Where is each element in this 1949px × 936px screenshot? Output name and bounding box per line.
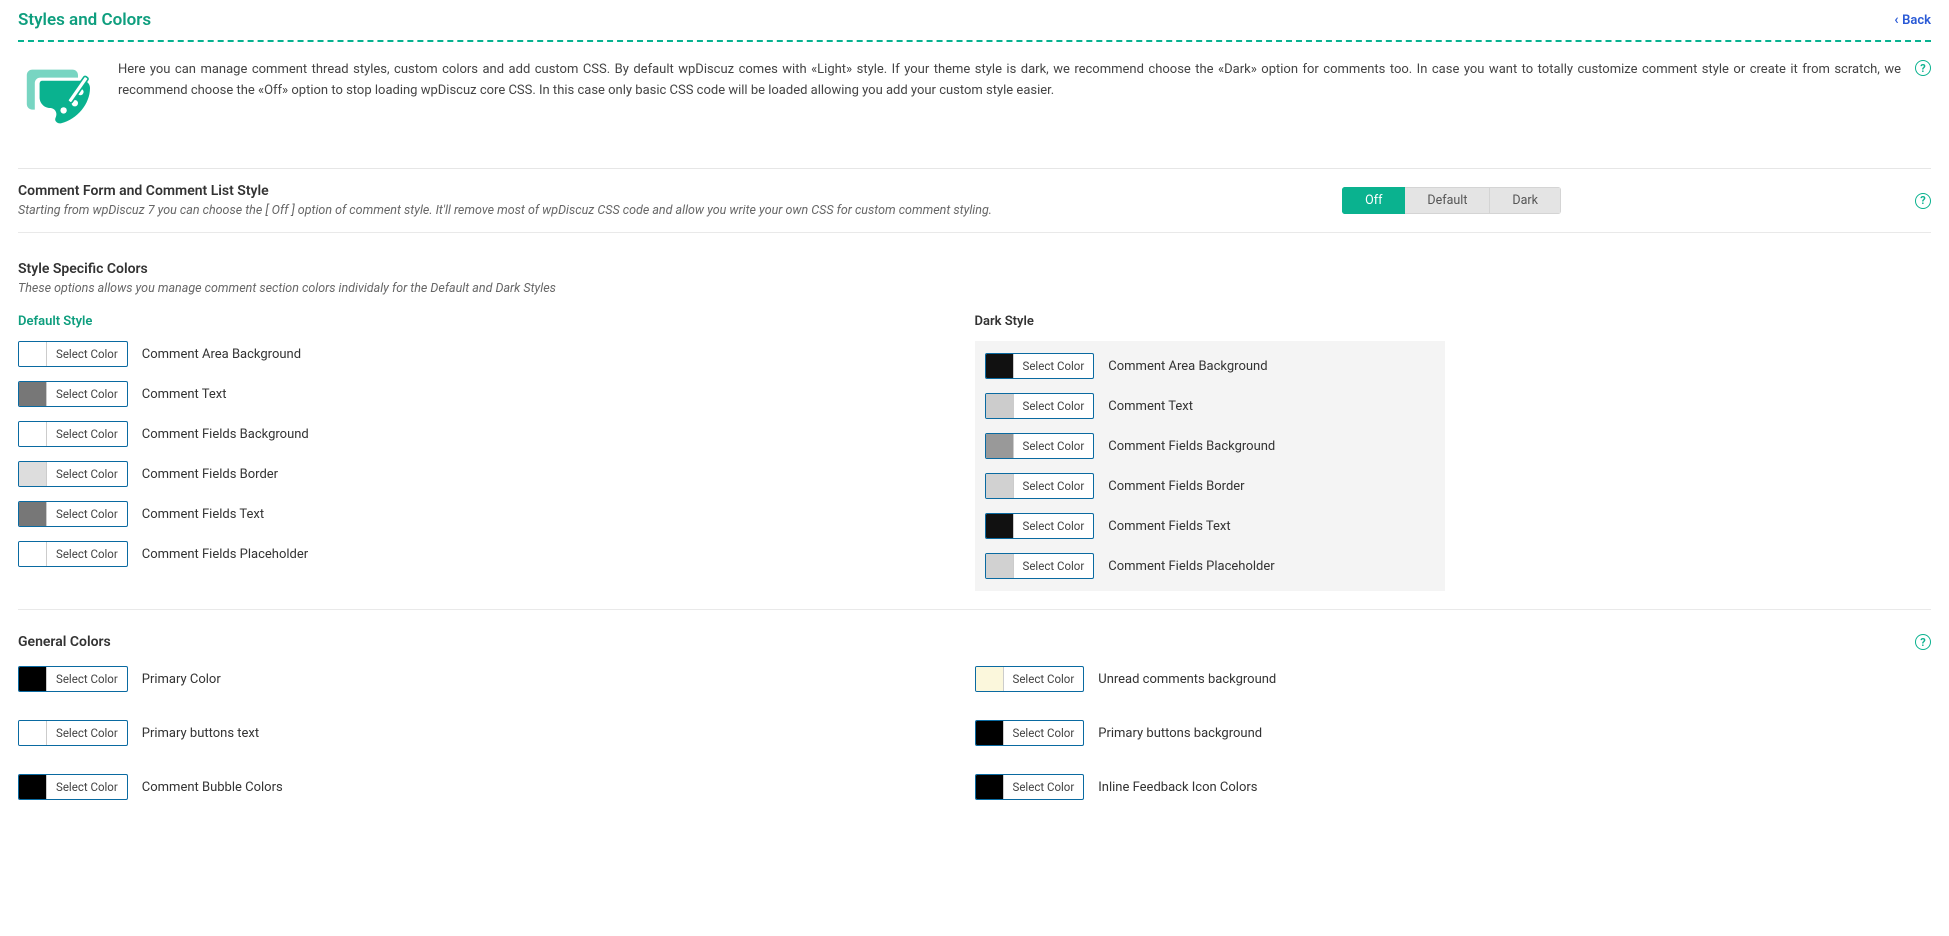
default-fields-text-color-picker[interactable]: Select Color xyxy=(18,501,128,527)
help-icon[interactable]: ? xyxy=(1915,634,1931,650)
select-color-label: Select Color xyxy=(47,667,127,691)
color-option-label: Primary buttons text xyxy=(142,726,259,741)
style-toggle-dark[interactable]: Dark xyxy=(1490,187,1561,214)
color-swatch xyxy=(19,721,47,745)
color-swatch xyxy=(19,382,47,406)
color-swatch xyxy=(976,667,1004,691)
general-primary-btn-text-color-picker[interactable]: Select Color xyxy=(18,720,128,746)
color-option-label: Comment Fields Placeholder xyxy=(1108,559,1274,574)
select-color-label: Select Color xyxy=(47,542,127,566)
select-color-label: Select Color xyxy=(47,775,127,799)
style-setting-title: Comment Form and Comment List Style xyxy=(18,183,1342,199)
dark-fields-text-color-picker[interactable]: Select Color xyxy=(985,513,1095,539)
color-option-label: Comment Bubble Colors xyxy=(142,780,283,795)
help-icon[interactable]: ? xyxy=(1915,193,1931,209)
color-swatch xyxy=(19,462,47,486)
select-color-label: Select Color xyxy=(47,422,127,446)
color-swatch xyxy=(19,775,47,799)
general-feedback-icon-color-picker[interactable]: Select Color xyxy=(975,774,1085,800)
default-area-bg-color-picker[interactable]: Select Color xyxy=(18,341,128,367)
color-swatch xyxy=(986,474,1014,498)
color-swatch xyxy=(19,502,47,526)
general-primary-color-picker[interactable]: Select Color xyxy=(18,666,128,692)
color-option-label: Comment Fields Background xyxy=(142,427,309,442)
color-option-label: Comment Fields Text xyxy=(142,507,264,522)
color-option-label: Comment Fields Text xyxy=(1108,519,1230,534)
color-option-label: Comment Area Background xyxy=(142,347,301,362)
dark-text-color-picker[interactable]: Select Color xyxy=(985,393,1095,419)
dark-fields-bg-color-picker[interactable]: Select Color xyxy=(985,433,1095,459)
style-toggle-default[interactable]: Default xyxy=(1405,187,1490,214)
color-swatch xyxy=(986,354,1014,378)
color-option-label: Comment Text xyxy=(142,387,227,402)
color-swatch xyxy=(986,514,1014,538)
color-option-label: Comment Area Background xyxy=(1108,359,1267,374)
select-color-label: Select Color xyxy=(1004,667,1084,691)
color-swatch xyxy=(19,342,47,366)
color-option-label: Inline Feedback Icon Colors xyxy=(1098,780,1257,795)
back-link[interactable]: Back xyxy=(1894,12,1931,28)
dark-style-heading: Dark Style xyxy=(975,314,1932,329)
dark-area-bg-color-picker[interactable]: Select Color xyxy=(985,353,1095,379)
help-icon[interactable]: ? xyxy=(1915,60,1931,76)
select-color-label: Select Color xyxy=(47,721,127,745)
dark-fields-placeholder-color-picker[interactable]: Select Color xyxy=(985,553,1095,579)
color-option-label: Comment Fields Border xyxy=(142,467,278,482)
page-title: Styles and Colors xyxy=(18,10,151,30)
specific-colors-desc: These options allows you manage comment … xyxy=(18,281,1931,296)
general-colors-title: General Colors ? xyxy=(18,634,1931,650)
select-color-label: Select Color xyxy=(1014,554,1094,578)
select-color-label: Select Color xyxy=(1014,354,1094,378)
default-fields-bg-color-picker[interactable]: Select Color xyxy=(18,421,128,447)
select-color-label: Select Color xyxy=(1004,721,1084,745)
default-style-heading: Default Style xyxy=(18,314,975,329)
color-swatch xyxy=(976,775,1004,799)
color-option-label: Primary Color xyxy=(142,672,221,687)
color-option-label: Unread comments background xyxy=(1098,672,1276,687)
general-unread-bg-color-picker[interactable]: Select Color xyxy=(975,666,1085,692)
color-option-label: Comment Fields Border xyxy=(1108,479,1244,494)
select-color-label: Select Color xyxy=(1004,775,1084,799)
select-color-label: Select Color xyxy=(47,342,127,366)
intro-text: Here you can manage comment thread style… xyxy=(118,60,1931,102)
specific-colors-title: Style Specific Colors xyxy=(18,261,1931,277)
color-option-label: Comment Text xyxy=(1108,399,1193,414)
color-swatch xyxy=(986,394,1014,418)
palette-icon xyxy=(18,60,98,140)
select-color-label: Select Color xyxy=(1014,394,1094,418)
select-color-label: Select Color xyxy=(47,502,127,526)
general-bubble-color-picker[interactable]: Select Color xyxy=(18,774,128,800)
dark-fields-border-color-picker[interactable]: Select Color xyxy=(985,473,1095,499)
default-fields-placeholder-color-picker[interactable]: Select Color xyxy=(18,541,128,567)
color-swatch xyxy=(19,542,47,566)
color-option-label: Comment Fields Placeholder xyxy=(142,547,308,562)
color-option-label: Comment Fields Background xyxy=(1108,439,1275,454)
color-swatch xyxy=(976,721,1004,745)
select-color-label: Select Color xyxy=(1014,434,1094,458)
style-toggle-group: Off Default Dark xyxy=(1342,187,1561,214)
color-swatch xyxy=(986,554,1014,578)
select-color-label: Select Color xyxy=(47,462,127,486)
general-primary-btn-bg-color-picker[interactable]: Select Color xyxy=(975,720,1085,746)
style-toggle-off[interactable]: Off xyxy=(1342,187,1405,214)
color-swatch xyxy=(19,667,47,691)
select-color-label: Select Color xyxy=(47,382,127,406)
color-option-label: Primary buttons background xyxy=(1098,726,1262,741)
select-color-label: Select Color xyxy=(1014,474,1094,498)
select-color-label: Select Color xyxy=(1014,514,1094,538)
default-fields-border-color-picker[interactable]: Select Color xyxy=(18,461,128,487)
style-setting-desc: Starting from wpDiscuz 7 you can choose … xyxy=(18,203,1342,218)
color-swatch xyxy=(986,434,1014,458)
default-text-color-picker[interactable]: Select Color xyxy=(18,381,128,407)
color-swatch xyxy=(19,422,47,446)
